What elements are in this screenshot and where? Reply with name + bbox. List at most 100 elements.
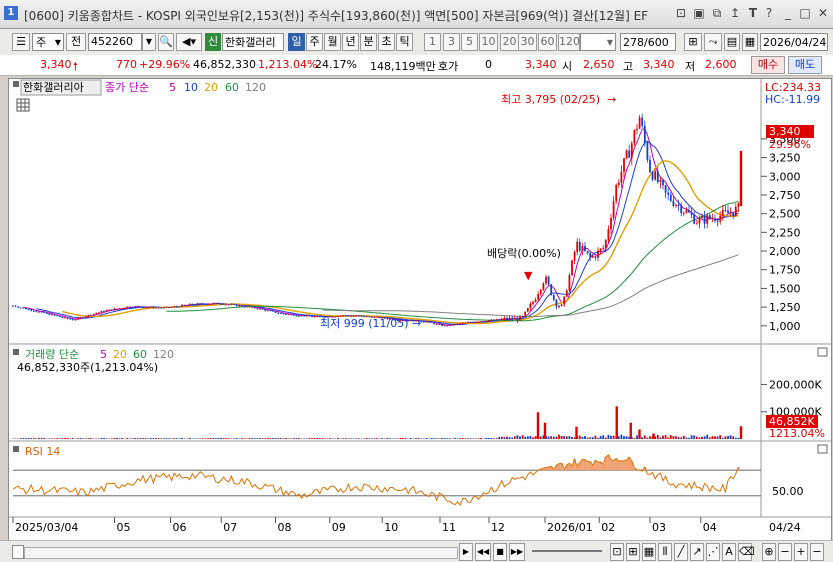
horizontal-scrollbar[interactable] xyxy=(24,547,458,559)
candle-body xyxy=(446,325,448,326)
volume-spike xyxy=(630,423,632,439)
price-change: 770 xyxy=(116,58,137,71)
prev-button[interactable]: 전 xyxy=(66,33,86,51)
volume-bar xyxy=(140,438,142,439)
interval-button-1[interactable]: 1 xyxy=(424,33,441,51)
font-size-icon[interactable]: T xyxy=(745,5,761,21)
minimize-icon[interactable]: _ xyxy=(780,5,796,21)
period-button-5[interactable]: 초 xyxy=(378,33,395,51)
panel-handle-icon[interactable] xyxy=(13,81,19,87)
candle-body xyxy=(285,314,287,315)
candle-body xyxy=(176,306,178,307)
maximize-icon[interactable]: □ xyxy=(797,5,813,21)
volume-bar xyxy=(597,438,599,439)
panel-collapse-icon[interactable] xyxy=(818,445,827,453)
volume-bar xyxy=(121,438,123,439)
candle-body xyxy=(504,318,506,319)
volume-bar xyxy=(532,437,534,439)
eraser-icon[interactable]: ⌫ xyxy=(738,543,752,561)
interval-button-5[interactable]: 5 xyxy=(461,33,478,51)
volume-bar xyxy=(33,438,35,439)
period-button-0[interactable]: 일 xyxy=(288,33,305,51)
interval-button-20[interactable]: 20 xyxy=(500,33,519,51)
panel-handle-icon[interactable] xyxy=(13,446,19,452)
candle-body xyxy=(639,118,641,129)
indicator-icon[interactable]: ⤳ xyxy=(704,33,722,51)
period-button-6[interactable]: 틱 xyxy=(396,33,413,51)
link-icon[interactable]: ⊡ xyxy=(673,5,689,21)
code-dropdown-button[interactable]: ▼ xyxy=(142,33,156,51)
stock-code-input[interactable] xyxy=(88,33,142,51)
zoom-slider[interactable] xyxy=(532,550,602,552)
interval-button-30[interactable]: 30 xyxy=(518,33,537,51)
interval-button-60[interactable]: 60 xyxy=(538,33,557,51)
candle-body xyxy=(459,323,461,324)
search-icon[interactable]: 🔍 xyxy=(158,33,174,51)
text-tool-icon[interactable]: A xyxy=(722,543,736,561)
zoom-in-icon[interactable]: ⊕ xyxy=(762,543,776,561)
scroll-left-icon[interactable] xyxy=(12,545,24,559)
candle-body xyxy=(166,307,168,308)
calendar-icon[interactable]: ▦ xyxy=(742,33,758,51)
x-axis-label: 07 xyxy=(223,521,237,534)
market-select[interactable]: 주▼ xyxy=(32,33,64,51)
candle-body xyxy=(275,311,277,313)
volume-bar xyxy=(623,436,625,439)
settings-icon[interactable]: ☰ xyxy=(12,33,30,51)
stop-button[interactable]: ■ xyxy=(493,543,507,561)
chart-area[interactable]: 1,0001,2501,5001,7502,0002,2502,5002,750… xyxy=(8,78,832,541)
volume-bar xyxy=(457,438,459,439)
zoom-out-icon[interactable]: − xyxy=(778,543,792,561)
rewind-button[interactable]: ◀◀ xyxy=(475,543,491,561)
help-icon[interactable]: ? xyxy=(761,5,777,21)
plus-icon[interactable]: + xyxy=(794,543,808,561)
candle-body xyxy=(210,304,212,305)
zoom-fit-icon[interactable]: ⊡ xyxy=(610,543,624,561)
forward-button[interactable]: ▶▶ xyxy=(509,543,525,561)
volume-bar xyxy=(173,438,175,439)
fibo-tool-icon[interactable]: ⋰ xyxy=(706,543,720,561)
candle-body xyxy=(111,309,113,310)
date-field[interactable]: 2026/04/24 xyxy=(760,33,828,51)
minus-icon[interactable]: − xyxy=(810,543,824,561)
interval-button-3[interactable]: 3 xyxy=(443,33,460,51)
candle-body xyxy=(85,316,87,317)
volume-bar xyxy=(251,438,253,439)
period-button-2[interactable]: 월 xyxy=(324,33,341,51)
candle-body xyxy=(249,306,251,307)
interval-button-120[interactable]: 120 xyxy=(558,33,580,51)
volume-bar xyxy=(186,438,188,439)
candle-body xyxy=(75,319,77,320)
data-count-field[interactable]: 278/600 xyxy=(620,33,676,51)
scroll-right-button[interactable]: ▶ xyxy=(459,543,473,561)
candle-body xyxy=(509,318,511,320)
candle-body xyxy=(129,307,131,308)
volume-bar xyxy=(657,435,659,439)
period-button-3[interactable]: 년 xyxy=(342,33,359,51)
layout-icon[interactable]: ⊞ xyxy=(626,543,640,561)
panel-handle-icon[interactable] xyxy=(13,349,19,355)
chart-canvas[interactable]: 1,0001,2501,5001,7502,0002,2502,5002,750… xyxy=(9,79,831,540)
arrow-tool-icon[interactable]: ↗ xyxy=(690,543,704,561)
interval-button-10[interactable]: 10 xyxy=(479,33,498,51)
pin-icon[interactable]: ↥ xyxy=(727,5,743,21)
interval-custom-input[interactable]: ▼ xyxy=(580,33,616,51)
sell-button[interactable]: 매도 xyxy=(788,56,822,74)
panel-collapse-icon[interactable] xyxy=(818,348,827,356)
copy-window-icon[interactable]: ⧉ xyxy=(709,5,725,21)
sound-icon[interactable]: ◀▾ xyxy=(176,33,202,51)
period-button-1[interactable]: 주 xyxy=(306,33,323,51)
candle-body xyxy=(673,201,675,206)
close-icon[interactable]: ✕ xyxy=(815,5,831,21)
grid-icon[interactable]: ▦ xyxy=(642,543,656,561)
crosshair-icon[interactable]: ⊞ xyxy=(684,33,702,51)
buy-button[interactable]: 매수 xyxy=(751,56,785,74)
line-tool-icon[interactable]: ╱ xyxy=(674,543,688,561)
lock-icon[interactable]: ▣ xyxy=(691,5,707,21)
save-icon[interactable]: ▤ xyxy=(724,33,740,51)
candle-body xyxy=(714,218,716,220)
table-icon[interactable] xyxy=(17,99,29,111)
period-button-4[interactable]: 분 xyxy=(360,33,377,51)
chart-type-icon[interactable]: ⫴ xyxy=(658,543,672,561)
candle-body xyxy=(194,304,196,305)
